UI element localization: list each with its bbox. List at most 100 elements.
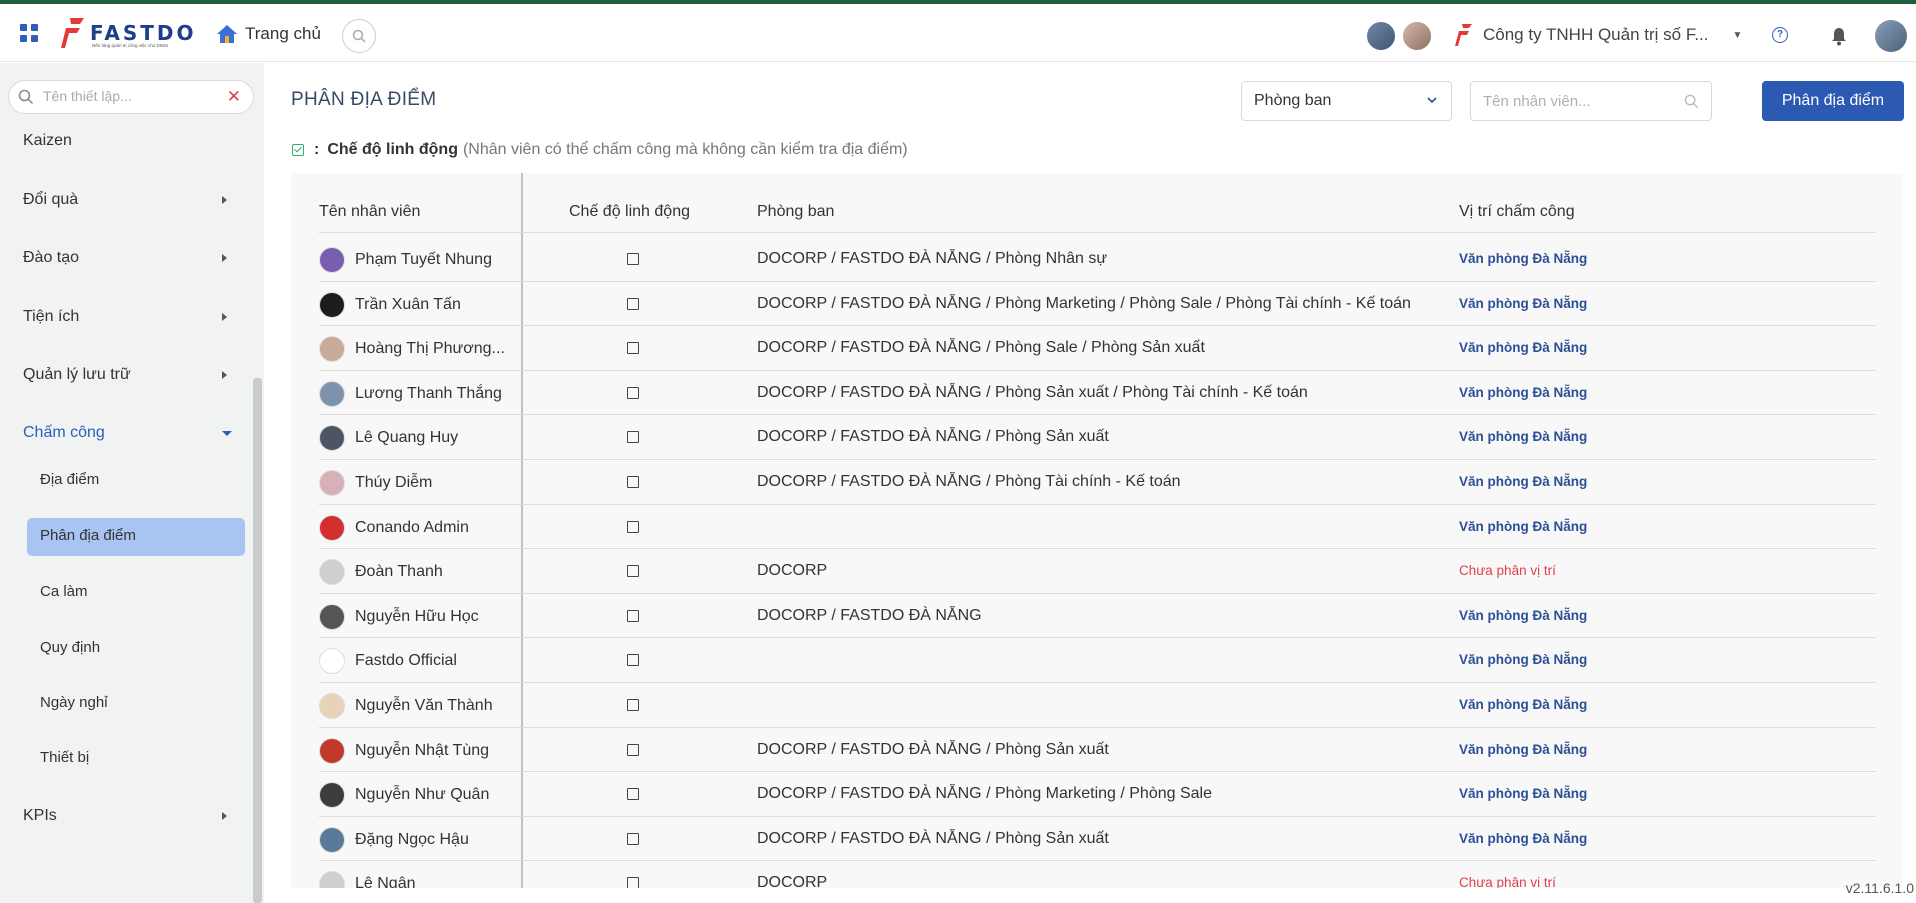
global-search-button[interactable] (342, 19, 376, 53)
employee-cell: Nguyễn Nhật Tùng (319, 737, 519, 764)
check-in-location-link[interactable]: Văn phòng Đà Nẵng (1459, 474, 1587, 489)
sidebar-subitem-thiet-bi[interactable]: Thiết bị (40, 749, 89, 766)
check-in-location-link[interactable]: Văn phòng Đà Nẵng (1459, 519, 1587, 534)
department-path: DOCORP / FASTDO ĐÀ NẴNG / Phòng Sản xuất (757, 829, 1109, 847)
settings-search-input[interactable] (43, 88, 223, 104)
flexible-mode-checkbox[interactable] (627, 431, 639, 444)
sidebar-scrollbar[interactable] (253, 378, 262, 903)
flexible-mode-checkbox[interactable] (627, 743, 639, 756)
legend-colon: : (314, 141, 320, 158)
table-row[interactable]: Hoàng Thị Phương... DOCORP / FASTDO ĐÀ NẴ… (319, 326, 1876, 371)
table-row[interactable]: Conando Admin Văn phòng Đà Nẵng (319, 505, 1876, 550)
department-path: DOCORP / FASTDO ĐÀ NẴNG / Phòng Marketin… (757, 785, 1212, 803)
department-path: DOCORP / FASTDO ĐÀ NẴNG / Phòng Sản xuất (757, 428, 1109, 446)
sidebar-subitem-phan-dia-diem[interactable]: Phân địa điểm (40, 527, 136, 544)
sidebar-item-doi-qua[interactable]: Đổi quà (23, 191, 78, 209)
flexible-mode-checkbox[interactable] (627, 654, 639, 667)
bell-icon[interactable] (1830, 26, 1848, 46)
avatar (319, 425, 345, 452)
table-row[interactable]: Nguyễn Văn Thành Văn phòng Đà Nẵng (319, 683, 1876, 728)
sidebar-item-dao-tao[interactable]: Đào tạo (23, 249, 79, 267)
avatar (319, 871, 345, 888)
sidebar-item-kaizen[interactable]: Kaizen (23, 132, 72, 150)
table-row[interactable]: Lê Quang Huy DOCORP / FASTDO ĐÀ NẴNG / Ph… (319, 415, 1876, 460)
check-in-location-link[interactable]: Văn phòng Đà Nẵng (1459, 429, 1587, 444)
chevron-right-icon (222, 313, 227, 321)
check-in-location-link[interactable]: Văn phòng Đà Nẵng (1459, 296, 1587, 311)
company-switcher[interactable]: Công ty TNHH Quản trị số F... ▼ (1455, 23, 1742, 47)
employee-name: Nguyễn Hữu Học (355, 607, 479, 625)
sidebar-subitem-ca-lam[interactable]: Ca làm (40, 583, 88, 600)
assign-location-button[interactable]: Phân địa điểm (1762, 81, 1904, 121)
table-row[interactable]: Lê Ngân DOCORP Chưa phân vị trí (319, 861, 1876, 888)
department-select[interactable]: Phòng ban (1241, 81, 1452, 121)
check-in-location-link[interactable]: Văn phòng Đà Nẵng (1459, 786, 1587, 801)
sidebar-subitem-quy-dinh[interactable]: Quy định (40, 639, 100, 656)
avatar[interactable] (1365, 20, 1397, 52)
check-in-location-link[interactable]: Văn phòng Đà Nẵng (1459, 831, 1587, 846)
help-icon[interactable]: ? (1772, 27, 1788, 43)
check-in-location-link[interactable]: Văn phòng Đà Nẵng (1459, 340, 1587, 355)
table-row[interactable]: Đoàn Thanh DOCORP Chưa phân vị trí (319, 549, 1876, 594)
flexible-mode-checkbox[interactable] (627, 788, 639, 801)
avatar (319, 693, 345, 719)
flexible-mode-checkbox[interactable] (627, 609, 639, 622)
flexible-mode-checkbox[interactable] (627, 253, 639, 265)
flexible-mode-checkbox[interactable] (627, 877, 639, 888)
table-row[interactable]: Fastdo Official Văn phòng Đà Nẵng (319, 638, 1876, 683)
employee-cell: Fastdo Official (319, 648, 519, 675)
table-row[interactable]: Phạm Tuyết Nhung DOCORP / FASTDO ĐÀ NẴNG … (319, 237, 1876, 282)
user-avatar[interactable] (1875, 20, 1907, 52)
flexible-mode-checkbox[interactable] (627, 342, 639, 355)
sidebar-item-cham-cong[interactable]: Chấm công (23, 424, 105, 442)
avatar[interactable] (1401, 20, 1433, 52)
table-row[interactable]: Thúy Diễm DOCORP / FASTDO ĐÀ NẴNG / Phòng… (319, 460, 1876, 505)
employee-name: Lương Thanh Thắng (355, 384, 502, 402)
fastdo-logo[interactable]: FASTDO Nền tảng quản trị công việc cho D… (60, 16, 194, 52)
check-in-location-link[interactable]: Văn phòng Đà Nẵng (1459, 652, 1587, 667)
employee-cell: Hoàng Thị Phương... (319, 336, 519, 363)
sidebar-item-tien-ich[interactable]: Tiện ích (23, 308, 79, 326)
checkbox-icon (292, 144, 304, 156)
department-path: DOCORP / FASTDO ĐÀ NẴNG (757, 606, 982, 624)
table-row[interactable]: Đặng Ngọc Hậu DOCORP / FASTDO ĐÀ NẴNG / P… (319, 817, 1876, 862)
check-in-location-link[interactable]: Văn phòng Đà Nẵng (1459, 697, 1587, 712)
employee-name: Lê Ngân (355, 875, 416, 888)
sidebar-subitem-dia-diem[interactable]: Địa điểm (40, 471, 99, 488)
clear-icon[interactable]: ✕ (227, 87, 241, 107)
chevron-right-icon (222, 196, 227, 204)
flexible-mode-checkbox[interactable] (627, 297, 639, 310)
check-in-location-link[interactable]: Chưa phân vị trí (1459, 563, 1556, 578)
check-in-location-link[interactable]: Văn phòng Đà Nẵng (1459, 742, 1587, 757)
employee-cell: Lê Quang Huy (319, 425, 519, 452)
table-row[interactable]: Nguyễn Nhật Tùng DOCORP / FASTDO ĐÀ NẴNG … (319, 728, 1876, 773)
employee-name: Đoàn Thanh (355, 563, 443, 581)
sidebar-subitem-ngay-nghi[interactable]: Ngày nghỉ (40, 694, 108, 711)
check-in-location-link[interactable]: Chưa phân vị trí (1459, 875, 1556, 888)
employee-name: Phạm Tuyết Nhung (355, 251, 492, 268)
sidebar-item-quan-ly-luu-tru[interactable]: Quản lý lưu trữ (23, 366, 131, 384)
check-in-location-link[interactable]: Văn phòng Đà Nẵng (1459, 385, 1587, 400)
check-in-location-link[interactable]: Văn phòng Đà Nẵng (1459, 251, 1587, 266)
flexible-mode-checkbox[interactable] (627, 699, 639, 711)
online-users[interactable] (1365, 20, 1433, 52)
flexible-mode-checkbox[interactable] (627, 832, 639, 845)
avatar (319, 603, 345, 630)
home-link[interactable]: Trang chủ (215, 22, 321, 46)
table-row[interactable]: Nguyễn Như Quân DOCORP / FASTDO ĐÀ NẴNG /… (319, 772, 1876, 817)
apps-grid-icon[interactable] (20, 24, 40, 44)
flexible-mode-checkbox[interactable] (627, 476, 639, 488)
employee-cell: Trần Xuân Tấn (319, 291, 519, 318)
employee-cell: Đặng Ngọc Hậu (319, 826, 519, 853)
flexible-mode-checkbox[interactable] (627, 565, 639, 578)
sidebar-item-kpis[interactable]: KPIs (23, 807, 57, 825)
flexible-mode-checkbox[interactable] (627, 386, 639, 399)
check-in-location-link[interactable]: Văn phòng Đà Nẵng (1459, 608, 1587, 623)
table-row[interactable]: Nguyễn Hữu Học DOCORP / FASTDO ĐÀ NẴNG Văn… (319, 594, 1876, 639)
employee-search-input[interactable] (1483, 93, 1673, 110)
flexible-mode-checkbox[interactable] (627, 520, 639, 533)
table-row[interactable]: Lương Thanh Thắng DOCORP / FASTDO ĐÀ NẴNG… (319, 371, 1876, 416)
table-row[interactable]: Trần Xuân Tấn DOCORP / FASTDO ĐÀ NẴNG / P… (319, 282, 1876, 327)
table-header: Tên nhân viên Chế độ linh động Phòng ban… (319, 203, 1876, 233)
employee-cell: Lương Thanh Thắng (319, 380, 519, 407)
